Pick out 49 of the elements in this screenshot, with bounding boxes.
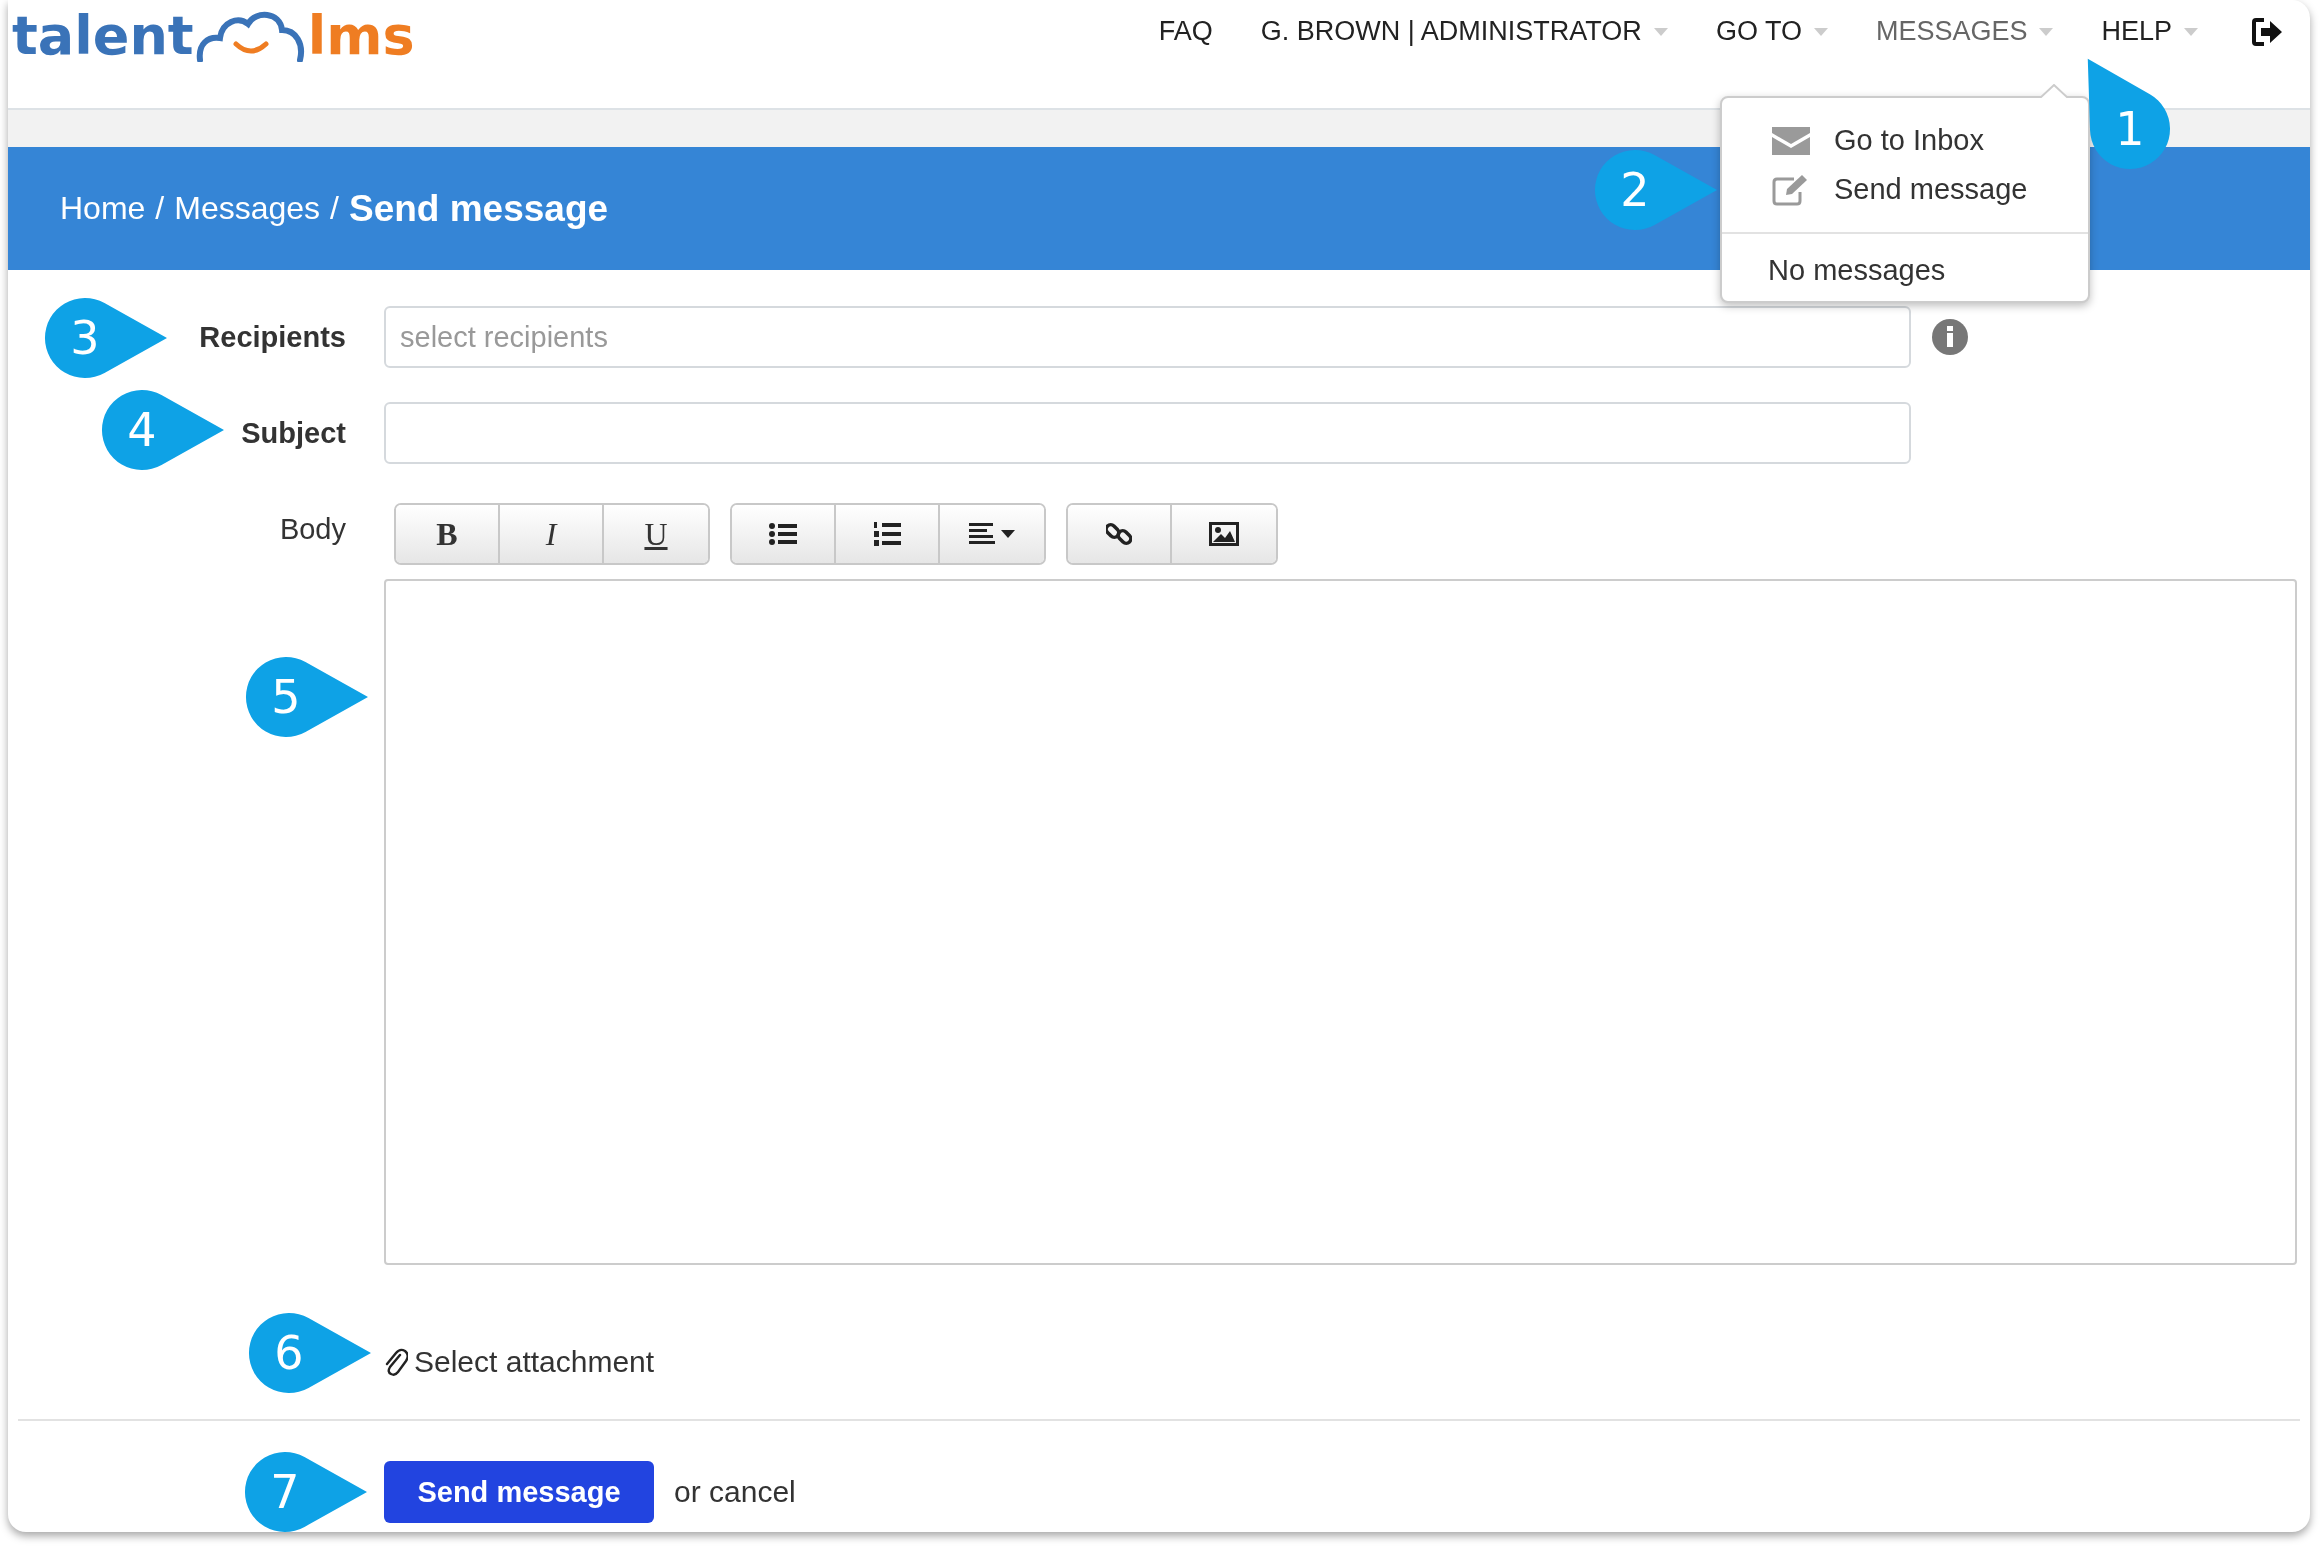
nav-menu-item[interactable]: FAQ xyxy=(1158,16,1213,47)
menu-item[interactable]: Go to Inbox xyxy=(1722,116,1984,165)
field-label: Recipients xyxy=(199,320,346,354)
field-label: Body xyxy=(279,512,346,546)
callout-number: 4 xyxy=(126,402,158,458)
callout-number: 1 xyxy=(2114,101,2146,157)
callout-number: 3 xyxy=(69,310,101,366)
cancel-link[interactable]: or cancel xyxy=(674,1475,796,1509)
cloud-smile-icon xyxy=(195,10,306,62)
nav-menu-item[interactable]: HELP xyxy=(2101,16,2198,47)
nav-menu-item[interactable]: MESSAGES xyxy=(1875,16,2054,47)
callout-number: 6 xyxy=(273,1325,305,1381)
nav-menu-item[interactable]: GO TO xyxy=(1715,16,1828,47)
callout-number: 7 xyxy=(269,1464,301,1520)
logo-text: talent xyxy=(12,6,194,66)
select-attachment-link[interactable]: Select attachment xyxy=(384,1345,655,1379)
logout-icon[interactable] xyxy=(2252,17,2284,46)
image-button[interactable] xyxy=(1172,505,1276,563)
image-icon xyxy=(1209,522,1239,546)
nav-menu-item[interactable]: G. BROWN | ADMINISTRATOR xyxy=(1260,16,1668,47)
callout-number: 5 xyxy=(270,669,302,725)
send-message-button[interactable]: Send message xyxy=(384,1461,654,1523)
breadcrumb-separator: / xyxy=(330,190,339,227)
link-button[interactable] xyxy=(1068,505,1172,563)
breadcrumb-link[interactable]: Messages xyxy=(174,190,321,227)
envelope-icon xyxy=(1772,126,1810,155)
empty-notice: No messages xyxy=(1767,254,1946,287)
italic-button[interactable]: I xyxy=(500,505,604,563)
numbered-list-icon xyxy=(873,521,901,547)
logo-text: lms xyxy=(307,6,415,66)
bullets-button[interactable] xyxy=(732,505,836,563)
align-button[interactable] xyxy=(940,505,1044,563)
align-dropdown-icon xyxy=(969,523,1015,545)
bullet-list-icon xyxy=(769,523,797,545)
edit-icon xyxy=(1772,173,1810,206)
underline-button[interactable]: U xyxy=(604,505,708,563)
breadcrumb-separator: / xyxy=(155,190,165,227)
callout-number: 2 xyxy=(1619,162,1651,218)
info-icon[interactable] xyxy=(1932,319,1968,355)
breadcrumb-link[interactable]: Home xyxy=(60,190,146,227)
numbers-button[interactable] xyxy=(836,505,940,563)
menu-item[interactable]: Send message xyxy=(1722,165,2028,214)
field-label: Subject xyxy=(241,416,346,450)
page-title: Send message xyxy=(349,187,609,230)
chain-link-icon xyxy=(1106,521,1132,547)
paperclip-icon xyxy=(384,1347,408,1377)
bold-button[interactable]: B xyxy=(396,505,500,563)
recipients-field[interactable]: select recipients xyxy=(384,306,1911,368)
subject-field[interactable] xyxy=(384,402,1911,464)
